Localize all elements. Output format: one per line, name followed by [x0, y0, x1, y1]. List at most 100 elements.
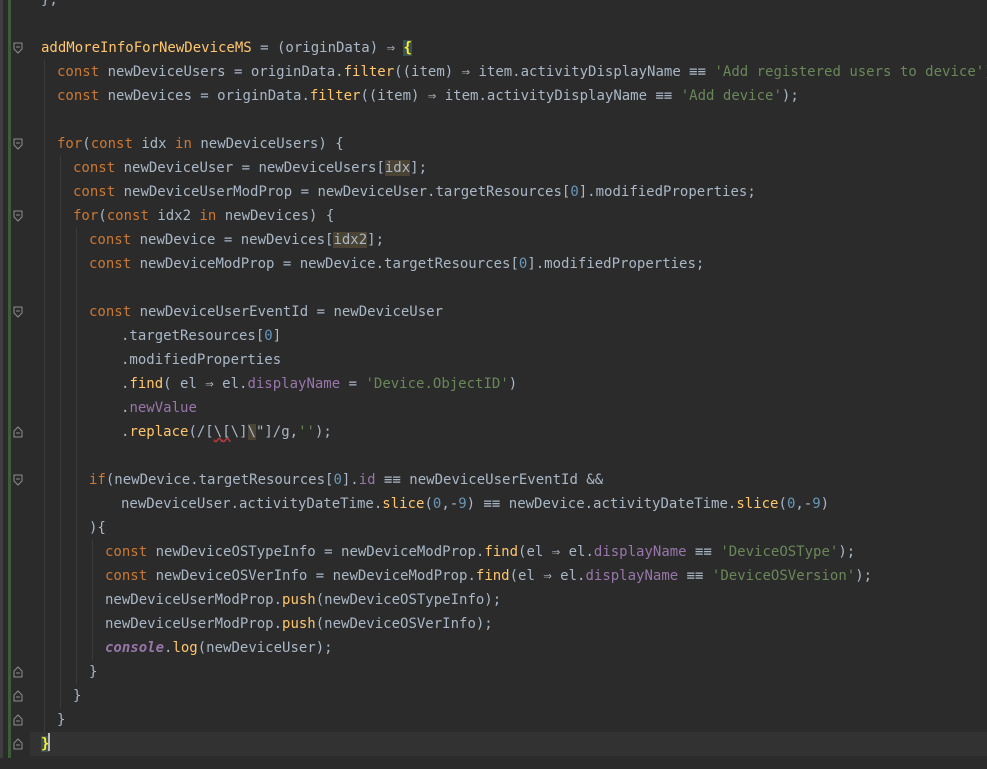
code-line[interactable]: } [89, 660, 97, 684]
code-token: }; [41, 0, 58, 8]
keyword: const [57, 88, 100, 104]
code-token: newDeviceUsers) { [191, 136, 344, 152]
method-call: slice [382, 496, 425, 512]
code-token: .modifiedProperties [121, 352, 282, 368]
code-token: ,- [441, 496, 459, 512]
code-token: (/[ [188, 424, 214, 440]
code-token: = [340, 376, 366, 392]
code-line[interactable]: console.log(newDeviceUser); [105, 636, 333, 660]
fold-close-icon[interactable] [12, 690, 24, 702]
code-line[interactable]: newDeviceUser.activityDateTime.slice(0,-… [121, 492, 829, 516]
editor-bottom-edge [0, 758, 987, 769]
code-line[interactable]: newDeviceUserModProp.push(newDeviceOSTyp… [105, 588, 501, 612]
code-line[interactable]: const newDeviceUserEventId = newDeviceUs… [89, 300, 443, 324]
keyword: if [89, 472, 106, 488]
number-literal: 0 [264, 328, 273, 344]
code-line[interactable]: for(const idx in newDeviceUsers) { [57, 132, 344, 156]
code-line[interactable]: const newDeviceUserModProp = newDeviceUs… [73, 180, 756, 204]
indent-guide [60, 156, 61, 708]
fold-open-icon[interactable] [12, 138, 24, 150]
code-token: newDeviceUser.activityDateTime. [121, 496, 383, 512]
code-line[interactable]: if(newDevice.targetResources[0].id ≡≡ ne… [89, 468, 603, 492]
code-token: newDevices) { [216, 208, 335, 224]
fold-open-icon[interactable] [12, 474, 24, 486]
code-line[interactable]: const newDeviceUsers = originData.filter… [57, 60, 987, 84]
keyword: const [89, 256, 132, 272]
code-line[interactable]: const newDeviceUser = newDeviceUsers[idx… [73, 156, 427, 180]
keyword: const [89, 304, 132, 320]
code-line[interactable]: .targetResources[0] [121, 324, 281, 348]
code-line[interactable]: } [73, 684, 81, 708]
code-line[interactable]: .find( el ⇒ el.displayName = 'Device.Obj… [121, 372, 517, 396]
code-token: idx [132, 136, 176, 152]
code-token: ( [82, 136, 91, 152]
code-line[interactable]: .newValue [121, 396, 197, 420]
method-call: find [484, 544, 519, 560]
code-token: ( el ⇒ el. [163, 376, 248, 392]
code-line[interactable]: const newDevices = originData.filter((it… [57, 84, 799, 108]
code-line[interactable]: } [57, 708, 65, 732]
fold-close-icon[interactable] [12, 738, 24, 750]
string-literal: 'Device.ObjectID' [365, 376, 509, 392]
method-call: push [282, 592, 316, 608]
number-literal: 0 [333, 472, 342, 488]
code-token: "]/g, [255, 424, 299, 440]
code-line[interactable]: const newDeviceOSTypeInfo = newDeviceMod… [105, 540, 855, 564]
code-token: newDeviceUser = newDeviceUsers[ [115, 160, 385, 176]
vcs-change-marker[interactable] [8, 0, 11, 758]
code-line[interactable]: for(const idx2 in newDevices) { [73, 204, 334, 228]
code-line[interactable]: newDeviceUserModProp.push(newDeviceOSVer… [105, 612, 493, 636]
fold-open-icon[interactable] [12, 306, 24, 318]
indent-guide [44, 60, 45, 732]
text-caret [48, 733, 51, 751]
code-line[interactable]: } [41, 732, 51, 756]
method-call: replace [129, 424, 189, 440]
code-token: (el ⇒ el. [518, 544, 594, 560]
code-line[interactable]: const newDeviceOSVerInfo = newDeviceModP… [105, 564, 872, 588]
fold-close-icon[interactable] [12, 714, 24, 726]
code-line[interactable]: ){ [89, 516, 106, 540]
code-line[interactable]: const newDevice = newDevices[idx2]; [89, 228, 384, 252]
keyword: const [106, 208, 149, 224]
fold-open-icon[interactable] [12, 42, 24, 54]
method-call: find [129, 376, 164, 392]
string-literal: '' [298, 424, 315, 440]
regex-escape-warning: \ [213, 424, 223, 440]
keyword: const [105, 568, 148, 584]
code-line[interactable]: const newDeviceModProp = newDevice.targe… [89, 252, 704, 276]
keyword: const [90, 136, 133, 152]
keyword: const [57, 64, 100, 80]
keyword: for [73, 208, 99, 224]
keyword: const [105, 544, 148, 560]
code-token: newDevices = originData. [99, 88, 310, 104]
code-editor[interactable]: }; addMoreInfoForNewDeviceMS = (originDa… [0, 0, 987, 769]
number-literal: 9 [458, 496, 467, 512]
property: displayName [247, 376, 341, 392]
code-token: newDeviceUserEventId = newDeviceUser [131, 304, 444, 320]
indent-guide [92, 540, 93, 660]
current-line-highlight [30, 732, 987, 756]
string-literal: 'Add device' [680, 88, 782, 104]
code-line[interactable]: }; [41, 0, 58, 12]
property: displayName [585, 568, 679, 584]
code-line[interactable]: .replace(/[\[\]\"]/g,''); [121, 420, 332, 444]
code-token: } [73, 688, 82, 704]
fold-close-icon[interactable] [12, 426, 24, 438]
highlighted-escape: \ [247, 424, 256, 440]
code-line[interactable]: .modifiedProperties [121, 348, 281, 372]
fold-open-icon[interactable] [12, 210, 24, 222]
keyword: in [175, 136, 192, 152]
code-token: newDevice = newDevices[ [131, 232, 334, 248]
code-token: ); [838, 544, 856, 560]
fold-close-icon[interactable] [12, 666, 24, 678]
method-call: log [172, 640, 198, 656]
code-token: newDeviceUsers = originData. [99, 64, 344, 80]
code-token: ]; [410, 160, 428, 176]
code-token: ); [314, 424, 332, 440]
code-line[interactable]: addMoreInfoForNewDeviceMS = (originData)… [41, 36, 412, 60]
code-token: ] [272, 328, 282, 344]
code-token: = (originData) ⇒ [251, 40, 404, 56]
keyword: const [73, 160, 116, 176]
method-call: find [475, 568, 510, 584]
code-token: ( [424, 496, 433, 512]
